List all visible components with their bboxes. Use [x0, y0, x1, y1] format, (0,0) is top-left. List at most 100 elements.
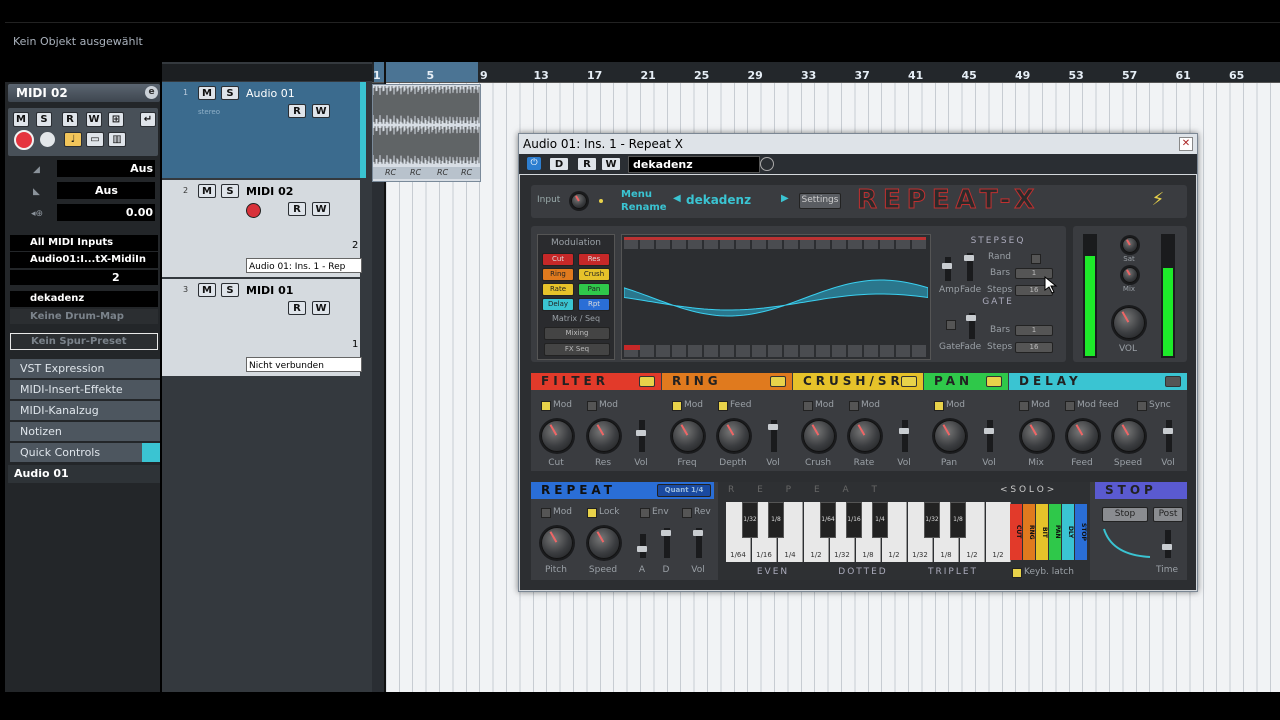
mod-pan-button[interactable]: Pan: [578, 283, 610, 296]
track-routing[interactable]: Audio 01: Ins. 1 - Rep: [246, 258, 362, 273]
track-preset-field[interactable]: Kein Spur-Preset: [10, 333, 158, 350]
fx-key[interactable]: STOP: [1075, 504, 1087, 560]
mute-button[interactable]: M: [13, 112, 29, 127]
bypass-button[interactable]: D: [549, 157, 569, 171]
filter-mod2-checkbox[interactable]: [587, 401, 597, 411]
track-solo-button[interactable]: S: [221, 283, 239, 297]
input-knob[interactable]: [571, 193, 587, 209]
folder-button[interactable]: ▭: [86, 132, 104, 147]
repeat-header[interactable]: REPEAT Quant 1/4: [531, 482, 714, 499]
monitor-button[interactable]: [40, 132, 55, 147]
white-key[interactable]: 1/2: [986, 502, 1011, 562]
repeat-pitch-knob[interactable]: [541, 527, 573, 559]
settings-button[interactable]: Settings: [799, 193, 841, 209]
black-key[interactable]: 1/4: [872, 502, 888, 538]
filter-enable-led[interactable]: [639, 376, 655, 387]
mod-res-button[interactable]: Res: [578, 253, 610, 266]
track-read-button[interactable]: R: [288, 104, 306, 118]
read-automation-button[interactable]: R: [577, 157, 597, 171]
stop-button[interactable]: Stop: [1102, 507, 1148, 522]
mod-rate-button[interactable]: Rate: [542, 283, 574, 296]
repeat-env-checkbox[interactable]: [640, 508, 650, 518]
fx-seq-button[interactable]: FX Seq: [544, 343, 610, 356]
crush-mod1-checkbox[interactable]: [803, 401, 813, 411]
repeat-speed-knob[interactable]: [588, 527, 620, 559]
inspector-section-quick-controls[interactable]: Quick Controls: [10, 443, 160, 462]
next-preset-icon[interactable]: ▶: [781, 193, 789, 204]
track-row[interactable]: 1 M S Audio 01 stereo R W: [162, 82, 360, 178]
crush-vol-fader[interactable]: [899, 419, 909, 453]
black-key[interactable]: 1/32: [742, 502, 758, 538]
track-name[interactable]: Audio 01: [246, 87, 295, 100]
track-mute-button[interactable]: M: [198, 283, 216, 297]
filter-cut-knob[interactable]: [541, 420, 573, 452]
fx-key[interactable]: BIT: [1036, 504, 1048, 560]
mixing-button[interactable]: Mixing: [544, 327, 610, 340]
edit-icon[interactable]: e: [145, 86, 158, 99]
mod-ring-button[interactable]: Ring: [542, 268, 574, 281]
delay-speed-knob[interactable]: [1113, 420, 1145, 452]
repeat-rev-checkbox[interactable]: [682, 508, 692, 518]
inspector-bottom-track[interactable]: Audio 01: [8, 465, 160, 483]
filter-header[interactable]: FILTER: [531, 373, 661, 390]
preset-menu-icon[interactable]: [760, 157, 774, 171]
track-solo-button[interactable]: S: [221, 184, 239, 198]
delay-mix-knob[interactable]: [1021, 420, 1053, 452]
repeat-a-fader[interactable]: [637, 533, 647, 559]
crush-crush-knob[interactable]: [803, 420, 835, 452]
black-key[interactable]: 1/8: [950, 502, 966, 538]
crush-enable-led[interactable]: [901, 376, 917, 387]
ring-vol-fader[interactable]: [768, 419, 778, 453]
pan-header[interactable]: PAN: [924, 373, 1008, 390]
mod-crush-button[interactable]: Crush: [578, 268, 610, 281]
track-name[interactable]: MIDI 01: [246, 284, 293, 297]
pan-enable-led[interactable]: [986, 376, 1002, 387]
step-row-bottom[interactable]: [624, 345, 926, 357]
ring-header[interactable]: RING: [662, 373, 792, 390]
waveform-display[interactable]: [621, 234, 931, 360]
filter-mod1-checkbox[interactable]: [541, 401, 551, 411]
pan-mod-checkbox[interactable]: [934, 401, 944, 411]
ring-mod-checkbox[interactable]: [672, 401, 682, 411]
filter-res-knob[interactable]: [588, 420, 620, 452]
write-automation-button[interactable]: W: [601, 157, 621, 171]
track-list-scrollbar[interactable]: [360, 82, 366, 178]
crush-rate-knob[interactable]: [849, 420, 881, 452]
keyb-latch-checkbox[interactable]: [1012, 568, 1022, 578]
ring-feed-checkbox[interactable]: [718, 401, 728, 411]
program-field[interactable]: dekadenz: [10, 291, 158, 307]
fx-key[interactable]: CUT: [1010, 504, 1022, 560]
track-row[interactable]: 3 M S MIDI 01 R W 1 Nicht verbunden: [162, 279, 362, 376]
read-button[interactable]: R: [62, 112, 78, 127]
menu-link[interactable]: Menu: [621, 189, 652, 200]
close-icon[interactable]: ✕: [1179, 137, 1193, 151]
track-mute-button[interactable]: M: [198, 86, 216, 100]
pan-vol-fader[interactable]: [984, 419, 994, 453]
track-write-button[interactable]: W: [312, 301, 330, 315]
timeline-ruler[interactable]: [372, 62, 1280, 83]
write-button[interactable]: W: [86, 112, 102, 127]
delay-vol-fader[interactable]: [1163, 419, 1173, 453]
mix-knob[interactable]: [1122, 267, 1138, 283]
quant-button[interactable]: Quant 1/4: [657, 484, 711, 497]
repeat-d-fader[interactable]: [661, 527, 671, 559]
track-mute-button[interactable]: M: [198, 184, 216, 198]
drum-map-field[interactable]: Keine Drum-Map: [10, 309, 158, 324]
stop-time-fader[interactable]: [1162, 529, 1172, 559]
plugin-title-bar[interactable]: Audio 01: Ins. 1 - Repeat X ✕: [519, 134, 1197, 154]
vol-knob[interactable]: [1113, 307, 1145, 339]
solo-button[interactable]: S: [36, 112, 52, 127]
repeat-lock-checkbox[interactable]: [587, 508, 597, 518]
audio-clip[interactable]: RC RC RC RC: [372, 84, 481, 182]
keyboard-button[interactable]: ▥: [108, 132, 126, 147]
post-button[interactable]: Post: [1153, 507, 1183, 522]
track-record-button[interactable]: [246, 203, 261, 218]
inspector-section-vst-expression[interactable]: VST Expression: [10, 359, 160, 378]
volume-slider[interactable]: Aus: [57, 160, 155, 177]
delay-enable-led[interactable]: [1165, 376, 1181, 387]
gate-fade-fader[interactable]: [966, 312, 976, 340]
rename-link[interactable]: Rename: [621, 202, 667, 213]
pan-pan-knob[interactable]: [934, 420, 966, 452]
mod-rpt-button[interactable]: Rpt: [578, 298, 610, 311]
inspector-section-notes[interactable]: Notizen: [10, 422, 160, 441]
